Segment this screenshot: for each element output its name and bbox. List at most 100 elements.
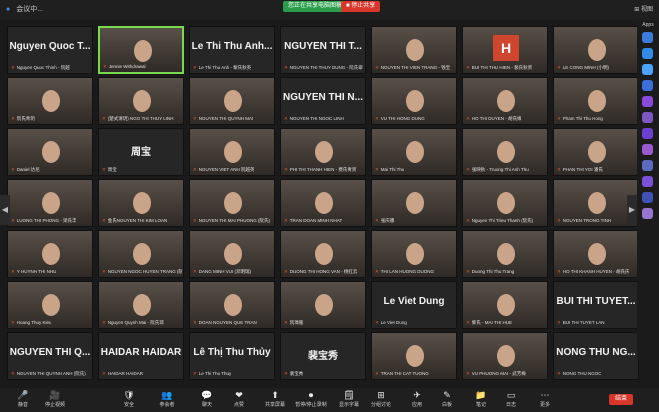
participant-tile[interactable]: PHAN THI YOI 潘氏 <box>553 128 639 176</box>
participant-tile[interactable]: Le Viet Dung Le Viet Dung <box>371 281 457 329</box>
participant-video <box>224 90 242 112</box>
participant-tile[interactable]: Le Thi Thu Anh... Le Thi Thu Anh - 黎氏秋英 <box>189 26 275 74</box>
participant-tile[interactable]: Nguyen Thi Trieu Thanh (阮氏) <box>462 179 548 227</box>
participant-tile[interactable]: Hoang Thuy Kieu <box>7 281 93 329</box>
participant-tile[interactable]: THI LAN HUONG DUONG <box>371 230 457 278</box>
participant-video <box>133 294 151 316</box>
participant-tile[interactable]: HO THI DUYEN - 胡氏缘 <box>462 77 548 125</box>
app-icon[interactable] <box>642 112 653 123</box>
participant-tile[interactable]: NGUYEN THI QUYNH MAI <box>189 77 275 125</box>
participant-tile[interactable]: LE CONG MINH (小明) <box>553 26 639 74</box>
participant-tile[interactable]: PHI THI THANH HIEN - 费氏青贤 <box>280 128 366 176</box>
participant-tile[interactable]: 张映秋 - Truong Thi Anh Thu <box>462 128 548 176</box>
participant-tile[interactable]: Nguyen Quoc T... Nguyen Quoc Thinh - 阮越 <box>7 26 93 74</box>
participant-tile[interactable]: LUONG THI PHONG - 梁氏丰 <box>7 179 93 227</box>
participant-tile[interactable]: NGUYEN THI MAI PHUONG (阮氏) <box>189 179 275 227</box>
participant-tile[interactable]: NGUYEN VIET ANH 阮越英 <box>189 128 275 176</box>
toolbar-button[interactable]: 👥 参会者 <box>150 389 184 411</box>
participant-tile[interactable]: Jennie Withdrawal <box>98 26 184 74</box>
toolbar-button[interactable]: 💬 聊天 <box>190 389 224 411</box>
participant-tile[interactable]: DUONG THI HONG VAN - 杨红云 <box>280 230 366 278</box>
participant-name-caption: HAIDAR HAIDAR <box>102 371 143 377</box>
toolbar-button[interactable]: ▭ 日志 <box>494 389 528 411</box>
participant-tile[interactable]: 黎氏 - MAI THI HUE <box>462 281 548 329</box>
toolbar-icon: 🗒 <box>343 390 355 400</box>
app-icon[interactable] <box>642 96 653 107</box>
participant-tile[interactable]: DANG MINH VUI (邓明瑞) <box>189 230 275 278</box>
participant-tile[interactable]: VU THI HONG DUNG <box>371 77 457 125</box>
toolbar-button[interactable]: ⊞ 分组讨论 <box>364 389 398 411</box>
app-icon[interactable] <box>642 32 653 43</box>
app-icon[interactable] <box>642 80 653 91</box>
participant-tile[interactable]: NGUYEN NGOC HUYEN TRANG (阮) <box>98 230 184 278</box>
participant-tile[interactable]: (楚式清玥) NGO THI THUY LINH <box>98 77 184 125</box>
toolbar-button[interactable]: 🗒 显示字幕 <box>332 389 366 411</box>
participant-tile[interactable]: Pham Thi Thu Hong <box>553 77 639 125</box>
participant-tile[interactable]: TRAN DOAN MINH NHAT <box>280 179 366 227</box>
toolbar-button[interactable]: ✎ 白板 <box>430 389 464 411</box>
app-icon[interactable] <box>642 128 653 139</box>
participant-display-name: NGUYEN THI T... <box>284 41 362 52</box>
toolbar-button[interactable]: 🎤 静音 <box>6 389 40 411</box>
participant-tile[interactable]: HAIDAR HAIDAR HAIDAR HAIDAR <box>98 332 184 380</box>
app-icon[interactable] <box>642 160 653 171</box>
participant-name-caption: 金氏NGUYEN THI KIM LOAN <box>102 218 167 224</box>
participant-video <box>588 39 606 61</box>
participant-tile[interactable]: HO THI KHANH HUYEN - 胡氏庆 <box>553 230 639 278</box>
participant-name-caption: 阮氏青玥 <box>11 116 35 122</box>
app-icon[interactable] <box>642 176 653 187</box>
participant-name-caption: Mai Thi Thu <box>375 167 405 173</box>
participant-tile[interactable]: 阮瑀雁 <box>280 281 366 329</box>
participant-tile[interactable]: 裴宝秀裴宝秀 <box>280 332 366 380</box>
toolbar-button[interactable]: ⬆ 共享屏幕 <box>258 389 292 411</box>
participant-name-caption: Nguyen Quynh Mai - 阮氏琼 <box>102 320 164 326</box>
toolbar-button[interactable]: ❤ 点赞 <box>222 389 256 411</box>
participant-tile[interactable]: H BUI THI THU HIEN - 裴氏秋贤 <box>462 26 548 74</box>
app-icon[interactable] <box>642 64 653 75</box>
stop-share-button[interactable]: ■ 停止共享 <box>341 1 381 12</box>
participant-tile[interactable]: 阮氏青玥 <box>7 77 93 125</box>
toolbar-button[interactable]: ⋯ 更多 <box>528 389 562 411</box>
toolbar-button[interactable]: ✈ 应用 <box>400 389 434 411</box>
toolbar-button[interactable]: 🎥 停止视频 <box>38 389 72 411</box>
toolbar-icon: ✎ <box>443 390 451 400</box>
toolbar-label: 静音 <box>17 402 28 408</box>
end-meeting-button[interactable]: 结束 <box>608 394 633 405</box>
app-icon[interactable] <box>642 208 653 219</box>
toolbar-button[interactable]: 🛡 安全 <box>112 389 146 411</box>
participant-tile[interactable]: NGUYEN THI T... NGUYEN THI THUY DUNG - 阮氏… <box>280 26 366 74</box>
participant-tile[interactable]: Daniel 达尼 <box>7 128 93 176</box>
toolbar-button[interactable]: ⏺ 暂停/停止录制 <box>294 389 328 411</box>
share-status-pill[interactable]: 您正在共享电脑图稿 <box>283 1 348 12</box>
app-icon[interactable] <box>642 192 653 203</box>
participant-tile[interactable]: NGUYEN THI N... NGUYEN THI NGOC LINH <box>280 77 366 125</box>
participant-tile[interactable]: DOAN NGUYEN QUE TRAN <box>189 281 275 329</box>
participant-video <box>406 141 424 163</box>
participant-tile[interactable]: NGUYEN THI VIEN TRANG - 钱宝 <box>371 26 457 74</box>
participant-name-caption: NGUYEN THI THUY DUNG - 阮氏翠 <box>284 65 363 71</box>
participant-tile[interactable]: Mai Thi Thu <box>371 128 457 176</box>
participant-tile[interactable]: BUI THI TUYET... BUI THI TUYET LAN <box>553 281 639 329</box>
app-icon[interactable] <box>642 48 653 59</box>
participant-tile[interactable]: Duong Thi Thu Trang <box>462 230 548 278</box>
view-button[interactable]: ⊞ 视图 <box>634 4 653 13</box>
participant-name-caption: Jennie Withdrawal <box>103 64 146 70</box>
participant-tile[interactable]: TRAN THI CAT TUONG <box>371 332 457 380</box>
participant-tile[interactable]: 张庆娥 <box>371 179 457 227</box>
toolbar-label: 白板 <box>441 402 452 408</box>
participant-tile[interactable]: 周宝周宝 <box>98 128 184 176</box>
next-page-arrow[interactable]: ▶ <box>627 195 637 225</box>
participant-tile[interactable]: 金氏NGUYEN THI KIM LOAN <box>98 179 184 227</box>
participant-tile[interactable]: Nguyen Quynh Mai - 阮氏琼 <box>98 281 184 329</box>
participant-video <box>588 243 606 265</box>
toolbar-label: 笔记 <box>475 402 486 408</box>
participant-tile[interactable]: Y HUYNH THI NHU <box>7 230 93 278</box>
participant-tile[interactable]: NONG THU NG... NONG THU NGOC <box>553 332 639 380</box>
app-icon[interactable] <box>642 144 653 155</box>
participant-tile[interactable]: Lê Thị Thu Thủy Le Thi Thu Thuy <box>189 332 275 380</box>
participant-name-caption: DUONG THI HONG VAN - 杨红云 <box>284 269 358 275</box>
toolbar-button[interactable]: 📁 笔记 <box>464 389 498 411</box>
prev-page-arrow[interactable]: ◀ <box>0 195 10 225</box>
participant-tile[interactable]: NGUYEN THI Q... NGUYEN THI QUYNH ANH (阮氏) <box>7 332 93 380</box>
participant-tile[interactable]: VU PHUONG MAI - 武芳梅 <box>462 332 548 380</box>
